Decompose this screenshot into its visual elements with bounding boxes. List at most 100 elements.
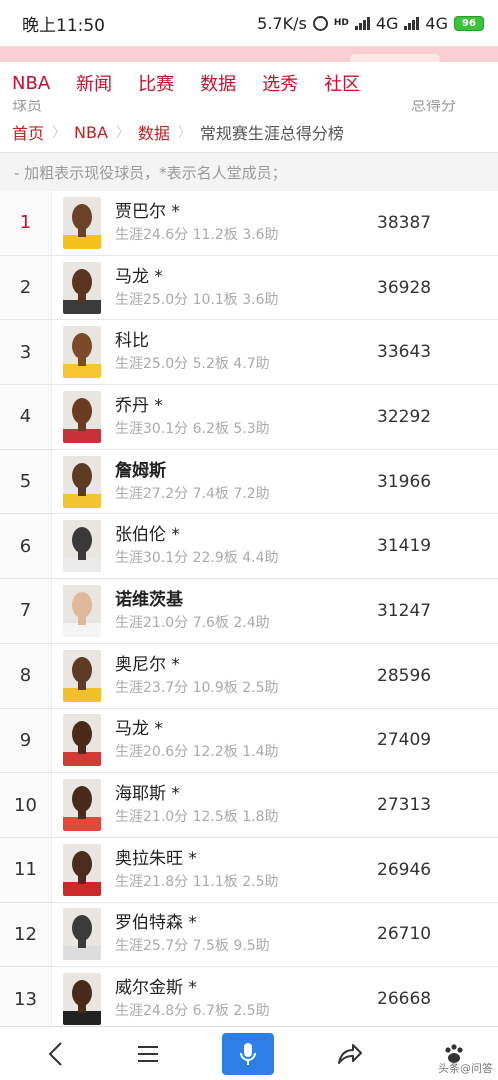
watermark: 头条@问答 [438, 1062, 493, 1075]
player-info: 乔丹 * 生涯30.1分 6.2板 5.3助 [115, 394, 355, 440]
player-avatar [63, 261, 101, 314]
status-icons: 5.7K/s HD 4G 4G 96 [257, 14, 484, 33]
player-career-stats: 生涯25.7分 7.5板 9.5助 [115, 938, 270, 955]
player-career-stats: 生涯21.0分 12.5板 1.8助 [115, 809, 279, 826]
player-name[interactable]: 詹姆斯 [115, 459, 355, 483]
player-avatar [63, 714, 101, 767]
menu-icon [138, 1046, 158, 1062]
rank-number: 12 [0, 902, 52, 967]
nav-tab-games[interactable]: 比赛 [138, 70, 174, 96]
total-points: 38387 [377, 212, 432, 233]
player-info: 张伯伦 * 生涯30.1分 22.9板 4.4助 [115, 523, 355, 569]
player-row[interactable]: 11 奥拉朱旺 * 生涯21.8分 11.1板 2.5助 26946 [0, 837, 498, 903]
player-row[interactable]: 12 罗伯特森 * 生涯25.7分 7.5板 9.5助 26710 [0, 902, 498, 968]
player-row[interactable]: 4 乔丹 * 生涯30.1分 6.2板 5.3助 32292 [0, 385, 498, 450]
legend-note: - 加粗表示现役球员，*表示名人堂成员； [0, 153, 498, 191]
player-info: 奥拉朱旺 * 生涯21.8分 11.1板 2.5助 [115, 847, 355, 893]
player-name[interactable]: 罗伯特森 * [115, 911, 355, 935]
nav-tab-community[interactable]: 社区 [324, 70, 360, 96]
header-player: 球员 [12, 100, 43, 114]
player-row[interactable]: 9 马龙 * 生涯20.6分 12.2板 1.4助 27409 [0, 708, 498, 774]
player-row[interactable]: 7 诺维茨基 生涯21.0分 7.6板 2.4助 31247 [0, 579, 498, 644]
player-name[interactable]: 奥拉朱旺 * [115, 847, 355, 871]
player-avatar [63, 649, 101, 702]
breadcrumb-home[interactable]: 首页 [12, 120, 44, 144]
back-arrow-icon [48, 1042, 62, 1066]
player-name[interactable]: 诺维茨基 [115, 588, 355, 612]
player-name[interactable]: 科比 [115, 329, 355, 353]
player-info: 奥尼尔 * 生涯23.7分 10.9板 2.5助 [115, 653, 355, 699]
back-button[interactable] [36, 1027, 76, 1080]
total-points: 32292 [377, 406, 432, 427]
player-career-stats: 生涯21.8分 11.1板 2.5助 [115, 873, 279, 890]
breadcrumb-current: 常规赛生涯总得分榜 [199, 124, 344, 143]
total-points: 31966 [377, 471, 432, 492]
chevron-right-icon: 〉 [115, 125, 130, 141]
player-info: 詹姆斯 生涯27.2分 7.4板 7.2助 [115, 459, 355, 505]
nav-tab-news[interactable]: 新闻 [76, 70, 112, 96]
player-info: 威尔金斯 * 生涯24.8分 6.7板 2.5助 [115, 976, 355, 1022]
player-career-stats: 生涯20.6分 12.2板 1.4助 [115, 744, 279, 761]
player-name[interactable]: 马龙 * [115, 265, 355, 289]
player-avatar [63, 843, 101, 896]
menu-button[interactable] [128, 1027, 168, 1080]
rank-number: 8 [0, 643, 52, 708]
player-avatar [63, 973, 101, 1026]
player-row[interactable]: 1 贾巴尔 * 生涯24.6分 11.2板 3.6助 38387 [0, 191, 498, 256]
total-points: 27409 [377, 730, 432, 751]
nav-tab-draft[interactable]: 选秀 [262, 70, 298, 96]
signal-icon-2 [404, 16, 420, 30]
hd-icon: HD [333, 18, 349, 28]
player-career-stats: 生涯30.1分 6.2板 5.3助 [115, 420, 270, 437]
player-avatar [63, 196, 101, 249]
player-row[interactable]: 8 奥尼尔 * 生涯23.7分 10.9板 2.5助 28596 [0, 643, 498, 709]
player-row[interactable]: 5 詹姆斯 生涯27.2分 7.4板 7.2助 31966 [0, 449, 498, 515]
player-info: 海耶斯 * 生涯21.0分 12.5板 1.8助 [115, 782, 355, 828]
player-name[interactable]: 海耶斯 * [115, 782, 355, 806]
status-time: 晚上11:50 [22, 15, 105, 36]
player-career-stats: 生涯24.6分 11.2板 3.6助 [115, 226, 279, 243]
player-name[interactable]: 乔丹 * [115, 394, 355, 418]
player-avatar [63, 520, 101, 573]
player-career-stats: 生涯30.1分 22.9板 4.4助 [115, 550, 279, 567]
signal-icon [354, 16, 370, 30]
player-row[interactable]: 2 马龙 * 生涯25.0分 10.1板 3.6助 36928 [0, 255, 498, 321]
player-row[interactable]: 6 张伯伦 * 生涯30.1分 22.9板 4.4助 31419 [0, 514, 498, 580]
rank-number: 4 [0, 385, 52, 449]
player-name[interactable]: 贾巴尔 * [115, 200, 355, 224]
nav-tab-data[interactable]: 数据 [200, 70, 236, 96]
player-name[interactable]: 威尔金斯 * [115, 976, 355, 1000]
rank-number: 2 [0, 255, 52, 320]
player-avatar [63, 779, 101, 832]
total-points: 31419 [377, 536, 432, 557]
total-points: 26668 [377, 989, 432, 1010]
total-points: 33643 [377, 342, 432, 363]
nav-tab-nba[interactable]: NBA [12, 73, 50, 94]
player-name[interactable]: 奥尼尔 * [115, 653, 355, 677]
network-type-2: 4G [425, 13, 448, 33]
player-row[interactable]: 10 海耶斯 * 生涯21.0分 12.5板 1.8助 27313 [0, 773, 498, 838]
total-points: 26946 [377, 859, 432, 880]
player-info: 马龙 * 生涯25.0分 10.1板 3.6助 [115, 265, 355, 311]
rank-number: 5 [0, 449, 52, 514]
player-info: 科比 生涯25.0分 5.2板 4.7助 [115, 329, 355, 375]
breadcrumb-nba[interactable]: NBA [74, 123, 108, 142]
player-avatar [63, 455, 101, 508]
rank-number: 7 [0, 579, 52, 643]
player-avatar [63, 584, 101, 637]
player-row[interactable]: 13 威尔金斯 * 生涯24.8分 6.7板 2.5助 26668 [0, 967, 498, 1032]
rank-number: 3 [0, 320, 52, 385]
breadcrumb-data[interactable]: 数据 [138, 120, 170, 144]
voice-button[interactable] [222, 1027, 274, 1080]
total-points: 27313 [377, 795, 432, 816]
chevron-right-icon: 〉 [52, 125, 67, 141]
player-avatar [63, 390, 101, 443]
rank-number: 6 [0, 514, 52, 579]
player-info: 贾巴尔 * 生涯24.6分 11.2板 3.6助 [115, 200, 355, 246]
rank-number: 10 [0, 773, 52, 837]
share-button[interactable] [330, 1027, 370, 1080]
player-name[interactable]: 张伯伦 * [115, 523, 355, 547]
player-row[interactable]: 3 科比 生涯25.0分 5.2板 4.7助 33643 [0, 320, 498, 386]
battery-icon: 96 [454, 15, 484, 31]
player-name[interactable]: 马龙 * [115, 717, 355, 741]
